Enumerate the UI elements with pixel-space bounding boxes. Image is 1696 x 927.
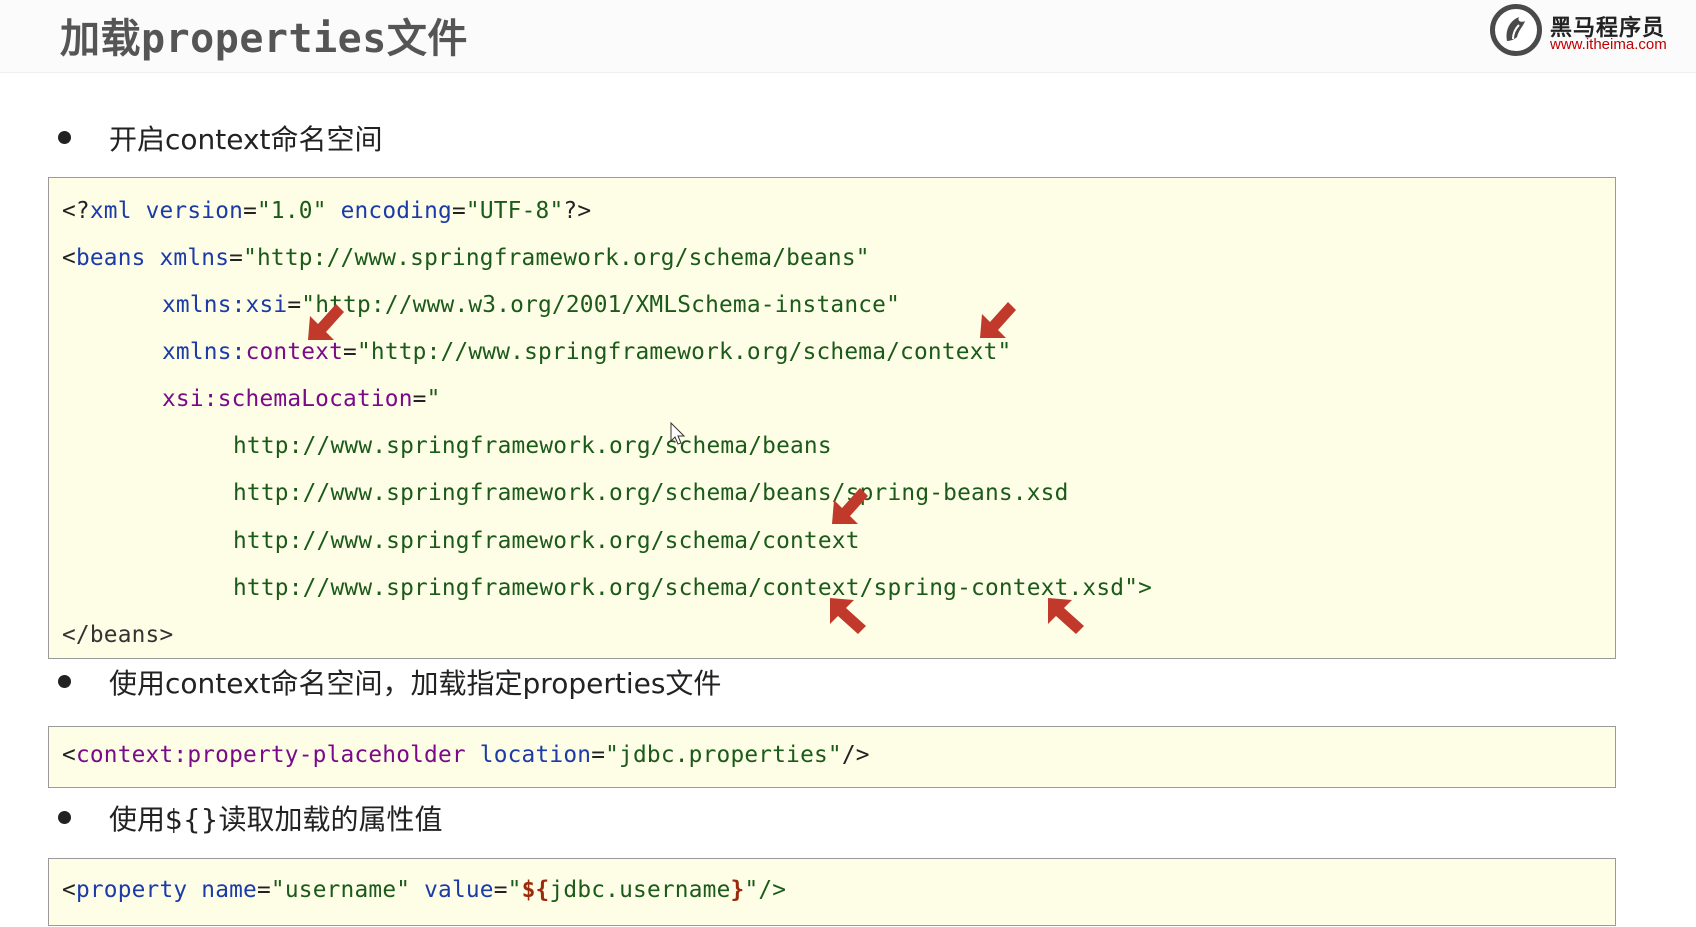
arrow-up-left-icon	[1048, 598, 1084, 634]
code-line-schema-location: xsi:schemaLocation="	[162, 386, 441, 412]
logo-url: www.itheima.com	[1550, 36, 1667, 53]
bullet-item-1: 开启context命名空间	[58, 118, 383, 158]
slide-title: 加载properties文件	[60, 16, 468, 62]
bullet-text: 使用context命名空间，加载指定properties文件	[109, 667, 722, 700]
code-line-beans-close: </beans>	[62, 622, 174, 648]
arrow-down-left-icon	[980, 302, 1016, 338]
schema-url-context-xsd: http://www.springframework.org/schema/co…	[233, 575, 1153, 601]
bullet-dot-icon	[58, 131, 71, 144]
arrow-up-left-icon	[830, 598, 866, 634]
code-line-xmlns-xsi: xmlns:xsi="http://www.w3.org/2001/XMLSch…	[162, 292, 901, 318]
schema-url-context: http://www.springframework.org/schema/co…	[233, 528, 860, 554]
bullet-item-3: 使用${}读取加载的属性值	[58, 798, 442, 838]
bullet-item-2: 使用context命名空间，加载指定properties文件	[58, 662, 721, 702]
bullet-text: 使用${}读取加载的属性值	[109, 803, 443, 836]
code-line-beans-open: <beans xmlns="http://www.springframework…	[62, 245, 870, 271]
code-block-namespace: <?xml version="1.0" encoding="UTF-8"?> <…	[48, 177, 1616, 659]
horse-logo-icon	[1490, 4, 1542, 56]
schema-url-beans: http://www.springframework.org/schema/be…	[233, 433, 832, 459]
code-block-property-value: <property name="username" value="${jdbc.…	[48, 858, 1616, 926]
bullet-dot-icon	[58, 675, 71, 688]
bullet-dot-icon	[58, 811, 71, 824]
code-line-xmlns-context: xmlns:context="http://www.springframewor…	[162, 339, 1012, 365]
arrow-down-left-icon	[832, 488, 868, 524]
bullet-text: 开启context命名空间	[109, 123, 383, 156]
slide-header: 加载properties文件 黑马程序员 www.itheima.com	[0, 0, 1696, 73]
brand-logo: 黑马程序员 www.itheima.com	[1490, 2, 1680, 60]
arrow-down-left-icon	[308, 304, 344, 340]
schema-url-beans-xsd: http://www.springframework.org/schema/be…	[233, 480, 1069, 506]
mouse-cursor-icon	[670, 422, 686, 445]
code-block-placeholder: <context:property-placeholder location="…	[48, 726, 1616, 788]
code-line-property-placeholder: <context:property-placeholder location="…	[62, 742, 870, 768]
code-line-xml-decl: <?xml version="1.0" encoding="UTF-8"?>	[62, 198, 592, 224]
code-line-property: <property name="username" value="${jdbc.…	[62, 877, 787, 903]
